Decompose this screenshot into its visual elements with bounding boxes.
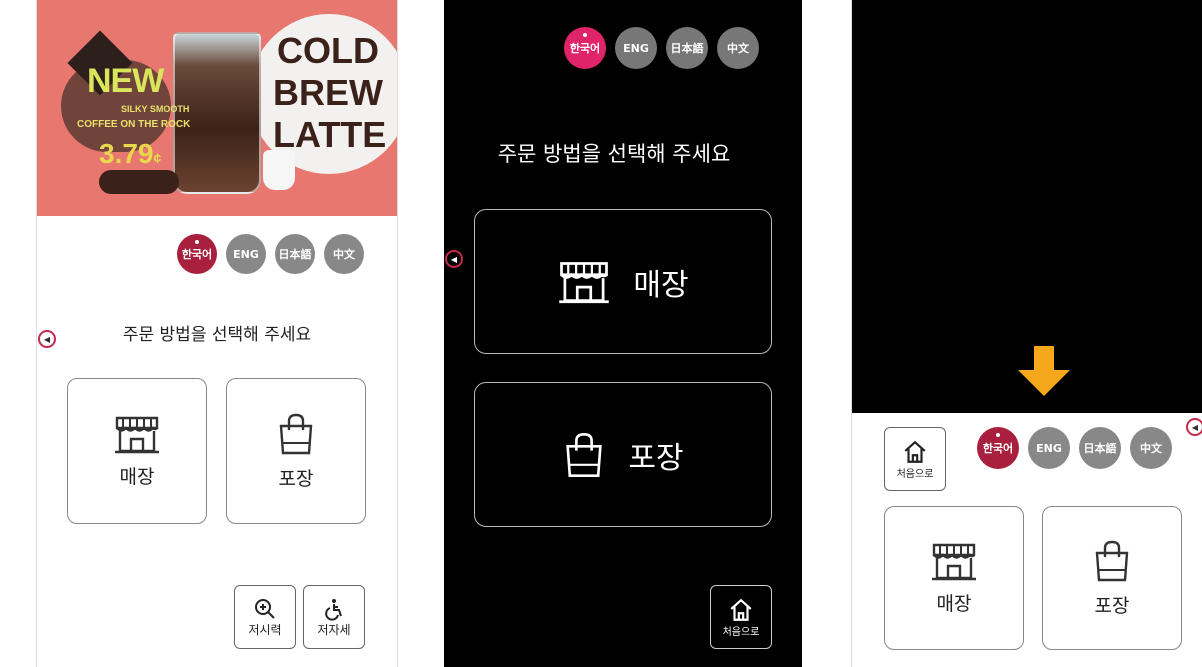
language-selector: 한국어 ENG 日本語 中文 [564,27,759,69]
low-posture-button[interactable]: 저자세 [303,585,365,649]
lang-japanese-button[interactable]: 日本語 [1079,427,1121,469]
home-button[interactable]: 처음으로 [884,427,946,491]
low-vision-button[interactable]: 저시력 [234,585,296,649]
home-label: 처음으로 [896,468,934,480]
lang-english-button[interactable]: ENG [615,27,657,69]
takeout-label: 포장 [278,467,314,490]
takeout-label: 포장 [628,440,684,476]
home-label: 처음으로 [722,626,760,638]
lang-japanese-button[interactable]: 日本語 [666,27,708,69]
order-method-prompt: 주문 방법을 선택해 주세요 [122,325,312,345]
lang-korean-button[interactable]: 한국어 [564,27,606,69]
bag-icon [276,412,316,456]
bag-icon [562,431,606,479]
lang-chinese-button[interactable]: 中文 [324,234,364,274]
dine-in-button[interactable]: 매장 [67,378,207,524]
takeout-button[interactable]: 포장 [226,378,366,524]
banner-new-text: NEW [87,62,164,100]
lang-japanese-button[interactable]: 日本語 [275,234,315,274]
banner-price-value: 3.79 [99,138,154,169]
home-button[interactable]: 처음으로 [710,585,772,649]
banner-price-unit: ¢ [153,150,162,166]
language-selector: 한국어 ENG 日本語 中文 [177,234,364,274]
kiosk-screen-high-contrast: 한국어 ENG 日本語 中文 주문 방법을 선택해 주세요 매장 포장 처음으로 [444,0,802,667]
dine-in-button[interactable]: 매장 [474,209,772,354]
lang-korean-button[interactable]: 한국어 [977,427,1019,469]
order-method-prompt: 주문 방법을 선택해 주세요 [497,142,731,166]
banner-tagline-2: COFFEE ON THE ROCK [77,119,191,130]
banner-tagline: SILKY SMOOTH [121,104,190,114]
zoom-icon [255,598,275,619]
down-arrow-icon [1018,346,1070,396]
lang-chinese-button[interactable]: 中文 [1130,427,1172,469]
speaker-icon[interactable]: ◀ [38,330,56,348]
coffee-beans-image [99,170,179,194]
banner-product-name: COLD BREW LATTE [273,30,387,155]
low-vision-label: 저시력 [248,622,282,637]
takeout-label: 포장 [1094,594,1130,617]
speaker-icon[interactable]: ◀ [445,250,463,268]
bag-icon [1092,539,1132,583]
lang-chinese-button[interactable]: 中文 [717,27,759,69]
dine-in-button[interactable]: 매장 [884,506,1024,650]
banner-price: 3.79¢ [99,138,161,170]
dine-in-label: 매장 [936,592,972,615]
home-icon [902,439,928,465]
wheelchair-icon [325,598,342,621]
takeout-button[interactable]: 포장 [1042,506,1182,650]
kiosk-screen-low-posture: 처음으로 한국어 ENG 日本語 中文 ◀ 매장 포장 [851,0,1202,667]
store-icon [557,259,611,304]
low-posture-label: 저자세 [317,622,351,637]
store-icon [930,541,978,581]
takeout-button[interactable]: 포장 [474,382,772,527]
kiosk-screen-standard: NEW SILKY SMOOTH COFFEE ON THE ROCK 3.79… [36,0,398,667]
language-selector: 한국어 ENG 日本語 中文 [977,427,1172,469]
dine-in-label: 매장 [633,267,689,303]
speaker-icon[interactable]: ◀ [1186,418,1202,436]
lang-english-button[interactable]: ENG [1028,427,1070,469]
lang-english-button[interactable]: ENG [226,234,266,274]
home-icon [728,597,754,623]
lang-korean-button[interactable]: 한국어 [177,234,217,274]
store-icon [113,414,161,454]
promo-banner[interactable]: NEW SILKY SMOOTH COFFEE ON THE ROCK 3.79… [37,0,397,216]
dine-in-label: 매장 [119,465,155,488]
milk-pitcher-image [263,150,295,190]
